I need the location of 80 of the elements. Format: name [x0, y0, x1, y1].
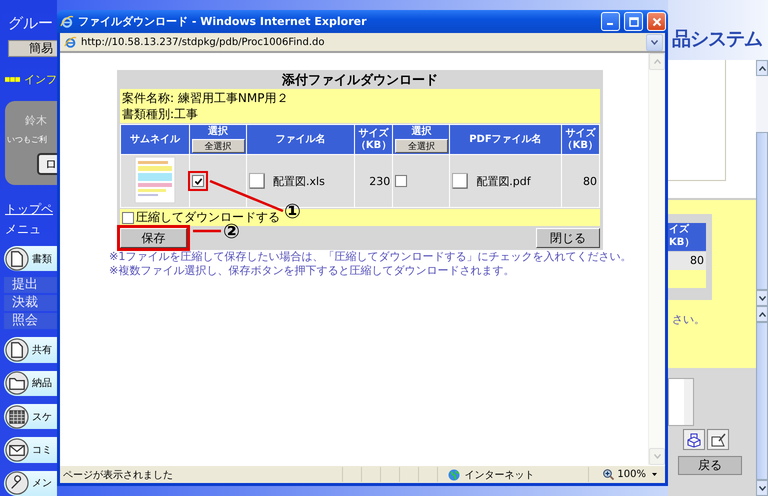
- user-name: 鈴木: [25, 113, 47, 128]
- zoom-control[interactable]: 100%: [588, 467, 665, 482]
- browser-icon: [64, 36, 77, 48]
- table-cell: 80: [562, 155, 599, 207]
- thumbnail-drawing: [135, 156, 175, 202]
- menu-pill[interactable]: 納品: [4, 370, 57, 396]
- zoom-icon: [603, 469, 614, 480]
- checkbox-label: 圧縮してダウンロードする: [136, 209, 280, 224]
- close-button[interactable]: [647, 12, 666, 31]
- column-header: 選択 全選択: [393, 125, 450, 154]
- window-title: ファイルダウンロード - Windows Internet Explorer: [78, 14, 368, 29]
- status-text: ページが表示されました: [62, 468, 174, 482]
- table-cell: 配置図.pdf: [450, 155, 561, 207]
- browser-icon: [60, 14, 74, 28]
- note-text: さい。: [672, 312, 706, 327]
- menu-item[interactable]: 提出: [4, 277, 57, 294]
- checkbox[interactable]: [122, 212, 134, 224]
- column-header: イズ KB）: [668, 223, 706, 251]
- info-heading: インフ: [24, 72, 57, 87]
- back-button[interactable]: 戻る: [678, 456, 742, 475]
- close-dialog-button[interactable]: 閉じる: [536, 228, 600, 248]
- dropdown-button[interactable]: [646, 34, 663, 50]
- callout-number: ②: [223, 221, 240, 241]
- column-header: PDFファイル名: [450, 125, 561, 154]
- dialog-title: 添付ファイルダウンロード: [281, 73, 439, 89]
- greeting-text: いつもご利: [7, 134, 47, 145]
- select-all-button[interactable]: 全選択: [192, 139, 244, 153]
- file-icon: [249, 173, 265, 189]
- checkbox[interactable]: [395, 175, 408, 188]
- case-name: 案件名称: 練習用工事NMP用２: [122, 90, 290, 106]
- column-header: サイズ （KB）: [354, 125, 392, 154]
- table-cell: 230: [354, 155, 392, 207]
- calendar-icon: [5, 404, 29, 429]
- select-all-button[interactable]: 全選択: [394, 139, 448, 153]
- menu-pill[interactable]: スケ: [4, 404, 57, 430]
- menu-pill[interactable]: 共有: [4, 337, 57, 363]
- folder-icon: [5, 371, 29, 396]
- minimize-button[interactable]: [601, 12, 620, 31]
- caret-icon: [649, 472, 659, 477]
- scrollbar[interactable]: [648, 53, 665, 465]
- column-header: サムネイル: [121, 125, 189, 154]
- scrollbar[interactable]: [756, 306, 768, 496]
- mail-icon: [5, 438, 29, 462]
- file-icon: [452, 173, 468, 189]
- group-label: グルー: [8, 14, 54, 33]
- squares-icon: [5, 75, 20, 84]
- note-text: ※複数ファイル選択し、保存ボタンを押下すると圧縮してダウンロードされます。: [109, 264, 516, 278]
- column-header: サイズ （KB）: [562, 125, 599, 154]
- wrench-icon: [5, 471, 29, 496]
- document-icon: [5, 338, 29, 362]
- menu-item[interactable]: 決裁: [4, 295, 57, 312]
- zone-label: インターネット: [464, 468, 534, 482]
- leader-line: [193, 230, 221, 232]
- nav-link[interactable]: トップペ: [5, 200, 57, 218]
- document-icon: [5, 246, 29, 271]
- close-icon: [652, 16, 662, 26]
- menu-pill[interactable]: メン: [4, 470, 57, 496]
- table-cell: 80: [668, 252, 706, 270]
- note-text: ※1ファイルを圧縮して保存したい場合は、「圧縮してダウンロードする」にチェックを入れてください。: [109, 250, 632, 264]
- save-button[interactable]: 保存: [120, 228, 187, 248]
- column-header: 選択 全選択: [190, 125, 246, 154]
- logo-text: 品システム: [672, 27, 762, 52]
- edit-icon[interactable]: [707, 429, 729, 450]
- globe-icon: [448, 468, 460, 480]
- card-button[interactable]: ロ: [37, 153, 57, 175]
- menu-item[interactable]: 照会: [4, 313, 57, 330]
- menu-button[interactable]: 簡易: [8, 40, 57, 57]
- box-icon[interactable]: [683, 429, 705, 450]
- scrollbar-thumb[interactable]: [756, 322, 768, 480]
- document-type: 書類種別:工事: [122, 106, 200, 122]
- checkbox[interactable]: [192, 175, 204, 187]
- scrollbar[interactable]: [756, 60, 768, 306]
- menu-heading: メニュ: [5, 220, 42, 238]
- scrollbar-thumb[interactable]: [756, 132, 768, 290]
- empty-row: [668, 270, 706, 288]
- maximize-button[interactable]: [624, 12, 643, 31]
- maximize-icon: [628, 16, 638, 26]
- menu-pill[interactable]: 書類: [4, 246, 57, 272]
- menu-pill[interactable]: コミ: [4, 437, 57, 463]
- column-header: ファイル名: [247, 125, 354, 154]
